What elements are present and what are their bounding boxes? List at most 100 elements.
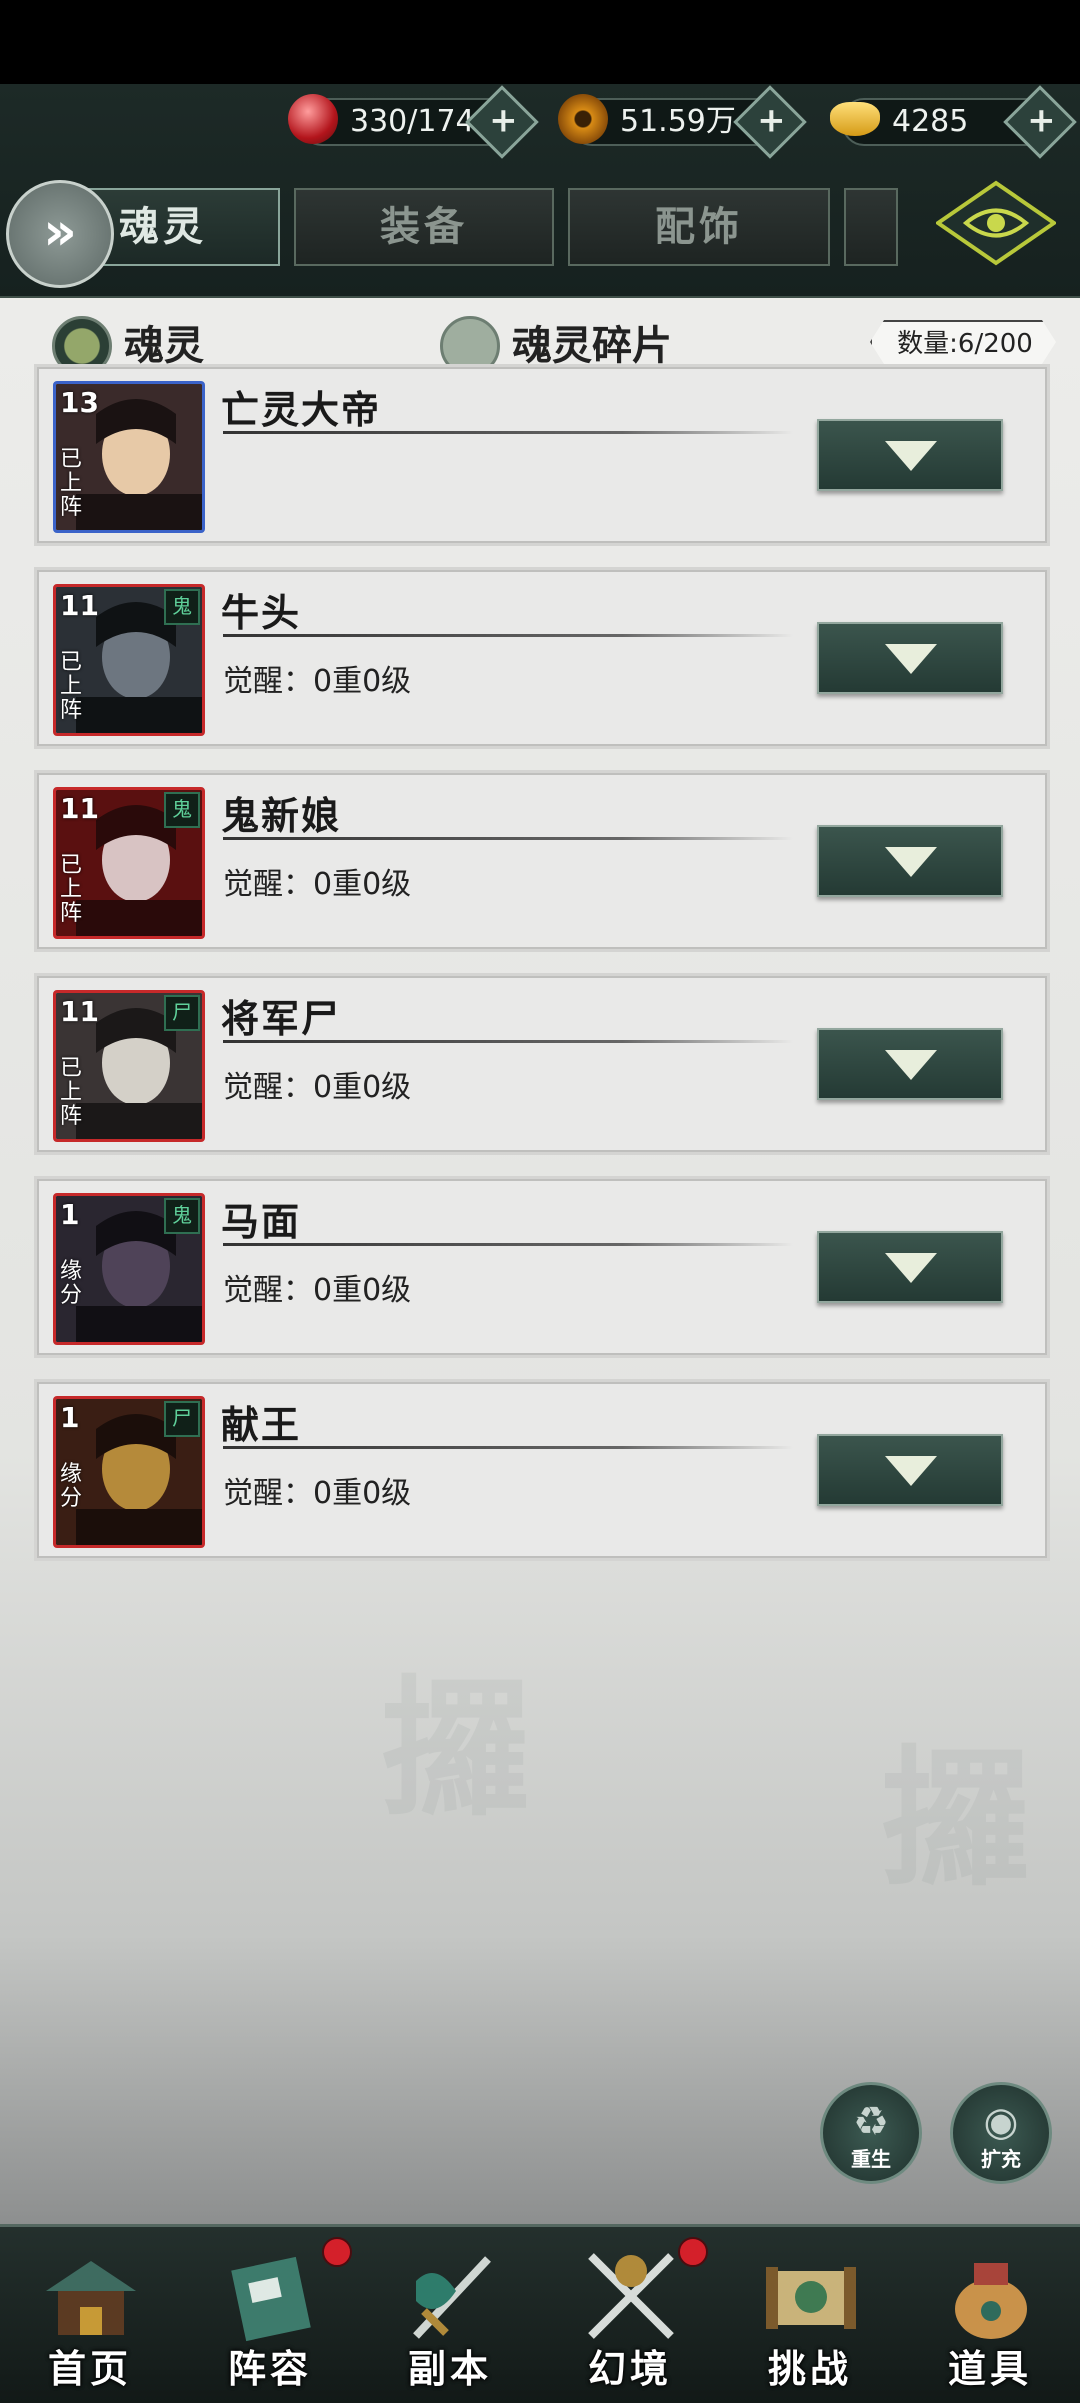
expand-details-button[interactable] bbox=[817, 1231, 1003, 1303]
add-coin-button[interactable]: + bbox=[733, 85, 807, 159]
divider bbox=[223, 1446, 793, 1449]
gold-ingot-icon bbox=[830, 102, 880, 136]
expand-details-button[interactable] bbox=[817, 419, 1003, 491]
nav-dungeon[interactable]: 副本 bbox=[360, 2227, 540, 2403]
sect-emblem-icon[interactable] bbox=[936, 178, 1056, 268]
soul-level: 11 bbox=[60, 792, 99, 825]
crossed-swords-icon bbox=[588, 2253, 674, 2339]
plus-icon: + bbox=[489, 100, 518, 141]
expand-capacity-button[interactable]: ◉ 扩充 bbox=[950, 2082, 1052, 2184]
nav-home[interactable]: 首页 bbox=[0, 2227, 180, 2403]
rebirth-label: 重生 bbox=[851, 2147, 891, 2171]
soul-card[interactable]: 11 已上阵 鬼 牛头 觉醒：0重0级 bbox=[34, 567, 1050, 749]
sword-icon bbox=[413, 2256, 491, 2339]
soul-name: 将军尸 bbox=[221, 996, 342, 1041]
soul-type-badge: 鬼 bbox=[164, 589, 200, 625]
soul-awaken-text: 觉醒：0重0级 bbox=[223, 1273, 412, 1308]
tab-more[interactable] bbox=[844, 188, 898, 266]
soul-status-tag: 缘分 bbox=[60, 1259, 83, 1308]
nav-lineup-label: 阵容 bbox=[227, 2346, 312, 2391]
soul-list-panel: 攞 攞 魂灵 魂灵碎片 数量:6/200 13 已上阵 亡灵大帝 11 已上阵 … bbox=[0, 298, 1080, 2224]
soul-status-tag: 已上阵 bbox=[60, 447, 83, 520]
expand-details-button[interactable] bbox=[817, 622, 1003, 694]
nav-items[interactable]: 道具 bbox=[900, 2227, 1080, 2403]
add-stamina-button[interactable]: + bbox=[465, 85, 539, 159]
soul-level: 11 bbox=[60, 995, 99, 1028]
capacity-count: 数量:6/200 bbox=[870, 320, 1056, 364]
ingot-value: 4285 bbox=[892, 104, 969, 139]
soul-card[interactable]: 13 已上阵 亡灵大帝 bbox=[34, 364, 1050, 546]
soul-status-tag: 缘分 bbox=[60, 1462, 83, 1511]
divider bbox=[223, 1040, 793, 1043]
status-bar bbox=[0, 0, 1080, 84]
divider bbox=[223, 431, 793, 434]
expand-menu-button[interactable]: » bbox=[6, 180, 114, 288]
soul-status-tag: 已上阵 bbox=[60, 1056, 83, 1129]
nav-challenge[interactable]: 挑战 bbox=[720, 2227, 900, 2403]
stamina-value: 330/174 bbox=[350, 104, 475, 139]
copper-coin-icon bbox=[558, 94, 608, 144]
scroll-icon bbox=[766, 2267, 856, 2329]
nav-illusion-label: 幻境 bbox=[587, 2346, 672, 2391]
soul-name: 马面 bbox=[221, 1199, 302, 1244]
plus-icon: + bbox=[757, 100, 786, 141]
rebirth-button[interactable]: ♻ 重生 bbox=[820, 2082, 922, 2184]
tab-accessory[interactable]: 配饰 bbox=[568, 188, 830, 266]
soul-level: 13 bbox=[60, 386, 99, 419]
background-calligraphy: 攞 bbox=[380, 1661, 531, 1837]
palace-icon bbox=[46, 2261, 136, 2335]
triangle-down-icon bbox=[885, 441, 937, 471]
soul-type-badge: 鬼 bbox=[164, 1198, 200, 1234]
top-bar: 330/174 + 51.59万 + 4285 + 魂灵 装备 配饰 » bbox=[0, 84, 1080, 298]
expand-details-button[interactable] bbox=[817, 1028, 1003, 1100]
tab-equipment[interactable]: 装备 bbox=[294, 188, 554, 266]
soul-card[interactable]: 11 已上阵 鬼 鬼新娘 觉醒：0重0级 bbox=[34, 770, 1050, 952]
soul-portrait[interactable]: 1 缘分 鬼 bbox=[53, 1193, 205, 1345]
soul-awaken-text: 觉醒：0重0级 bbox=[223, 867, 412, 902]
triangle-down-icon bbox=[885, 1456, 937, 1486]
bag-icon: ◉ bbox=[983, 2099, 1019, 2145]
add-ingot-button[interactable]: + bbox=[1003, 85, 1077, 159]
soul-type-badge: 鬼 bbox=[164, 792, 200, 828]
expand-capacity-label: 扩充 bbox=[981, 2147, 1021, 2171]
soul-card[interactable]: 1 缘分 鬼 马面 觉醒：0重0级 bbox=[34, 1176, 1050, 1358]
soul-awaken-text: 觉醒：0重0级 bbox=[223, 1070, 412, 1105]
background-calligraphy: 攞 bbox=[880, 1731, 1031, 1907]
ingot-resource: 4285 + bbox=[830, 85, 1077, 159]
expand-details-button[interactable] bbox=[817, 1434, 1003, 1506]
soul-awaken-text: 觉醒：0重0级 bbox=[223, 1476, 412, 1511]
rebirth-icon: ♻ bbox=[853, 2099, 889, 2145]
soul-name: 亡灵大帝 bbox=[221, 387, 382, 432]
soul-portrait[interactable]: 13 已上阵 bbox=[53, 381, 205, 533]
soul-status-tag: 已上阵 bbox=[60, 650, 83, 723]
triangle-down-icon bbox=[885, 644, 937, 674]
double-chevron-right-icon: » bbox=[43, 202, 77, 262]
soul-name: 献王 bbox=[221, 1402, 302, 1447]
soul-portrait[interactable]: 11 已上阵 鬼 bbox=[53, 584, 205, 736]
nav-illusion[interactable]: 幻境 bbox=[540, 2227, 720, 2403]
coin-value: 51.59万 bbox=[620, 104, 736, 139]
book-icon bbox=[231, 2256, 311, 2342]
nav-lineup[interactable]: 阵容 bbox=[180, 2227, 360, 2403]
divider bbox=[223, 837, 793, 840]
stamina-resource: 330/174 + bbox=[288, 85, 539, 159]
nav-illusion-badge bbox=[678, 2237, 708, 2267]
expand-details-button[interactable] bbox=[817, 825, 1003, 897]
soul-type-badge: 尸 bbox=[164, 1401, 200, 1437]
pouch-icon bbox=[955, 2263, 1027, 2339]
soul-card[interactable]: 11 已上阵 尸 将军尸 觉醒：0重0级 bbox=[34, 973, 1050, 1155]
soul-portrait[interactable]: 11 已上阵 鬼 bbox=[53, 787, 205, 939]
divider bbox=[223, 634, 793, 637]
red-orb-icon bbox=[288, 94, 338, 144]
soul-card[interactable]: 1 缘分 尸 献王 觉醒：0重0级 bbox=[34, 1379, 1050, 1561]
nav-challenge-label: 挑战 bbox=[767, 2346, 852, 2391]
soul-portrait[interactable]: 11 已上阵 尸 bbox=[53, 990, 205, 1142]
soul-type-badge: 尸 bbox=[164, 995, 200, 1031]
coin-resource: 51.59万 + bbox=[558, 85, 807, 159]
soul-status-tag: 已上阵 bbox=[60, 853, 83, 926]
nav-items-label: 道具 bbox=[947, 2346, 1032, 2391]
soul-level: 1 bbox=[60, 1401, 80, 1434]
soul-portrait[interactable]: 1 缘分 尸 bbox=[53, 1396, 205, 1548]
nav-home-label: 首页 bbox=[47, 2346, 132, 2391]
nav-dungeon-label: 副本 bbox=[407, 2346, 492, 2391]
